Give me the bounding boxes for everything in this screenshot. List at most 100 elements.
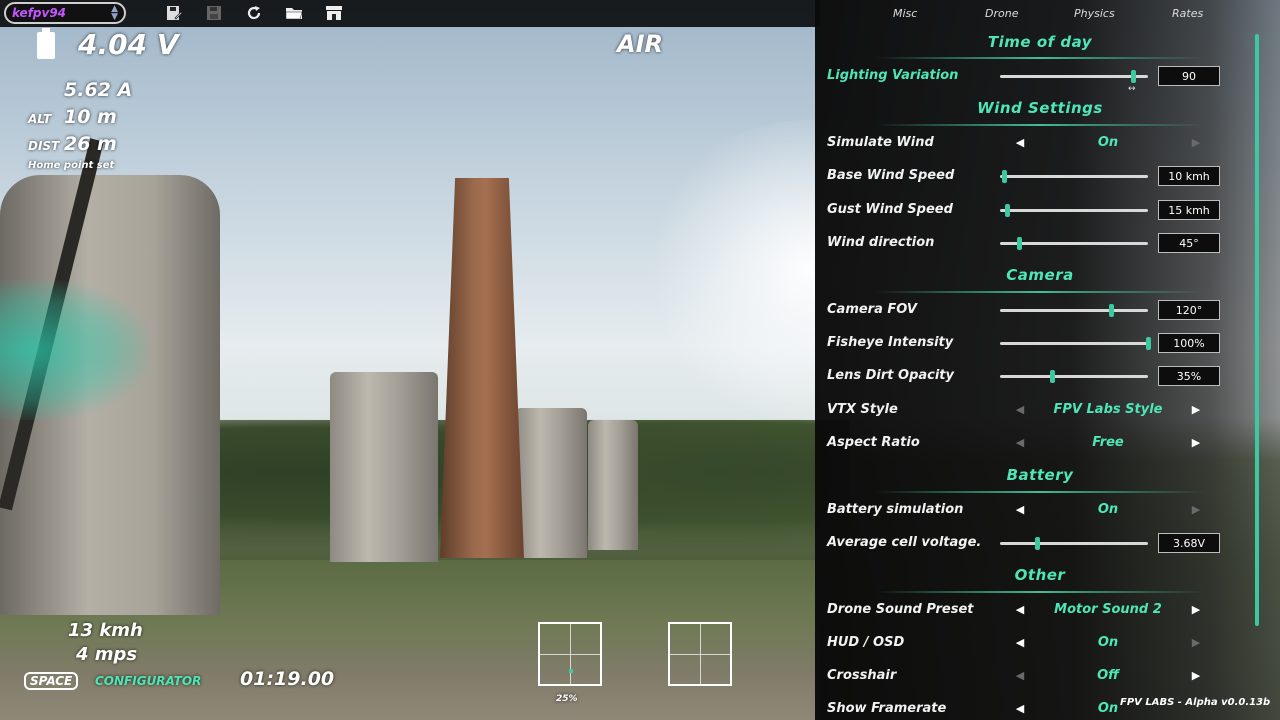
battery-icon — [37, 28, 55, 59]
flight-mode: AIR — [617, 30, 663, 58]
vtx-style-value: FPV Labs Style — [1053, 402, 1163, 417]
tab-rates[interactable]: Rates — [1172, 7, 1203, 20]
settings-tabs: Misc Drone Physics Rates — [815, 0, 1280, 27]
aspect-ratio-label: Aspect Ratio — [827, 435, 920, 450]
camera-fov-slider[interactable] — [1000, 304, 1148, 317]
tab-drone[interactable]: Drone — [985, 7, 1018, 20]
average-cell-voltage-label: Average cell voltage. — [827, 535, 982, 550]
battery-simulation-next-icon[interactable]: ▶ — [1190, 503, 1202, 516]
section-divider — [875, 491, 1205, 493]
gust-wind-speed-slider[interactable] — [1000, 204, 1148, 217]
average-cell-voltage-slider[interactable] — [1000, 537, 1148, 550]
lens-dirt-opacity-slider[interactable] — [1000, 370, 1148, 383]
pitch-roll-stick-box — [668, 622, 732, 686]
flight-timer: 01:19.00 — [240, 668, 335, 690]
simulate-wind-next-icon[interactable]: ▶ — [1190, 136, 1202, 149]
silo-far-1 — [330, 372, 438, 562]
settings-panel: Misc Drone Physics Rates Time of day Lig… — [815, 0, 1280, 720]
throttle-percent: 25% — [556, 694, 578, 704]
slider-knob[interactable] — [1109, 304, 1114, 317]
section-divider — [875, 291, 1205, 293]
section-camera: Camera — [1006, 266, 1074, 284]
tab-misc[interactable]: Misc — [893, 7, 917, 20]
camera-fov-label: Camera FOV — [827, 302, 917, 317]
prop-glow — [0, 280, 150, 420]
crosshair-next-icon[interactable]: ▶ — [1190, 669, 1202, 682]
section-other: Other — [1014, 566, 1066, 584]
settings-scrollbar[interactable] — [1255, 34, 1259, 626]
silo-far-2 — [515, 408, 587, 558]
hud-osd-value: On — [1097, 635, 1119, 650]
slider-knob[interactable] — [1005, 204, 1011, 217]
wind-direction-value[interactable]: 45° — [1158, 233, 1220, 253]
gust-wind-speed-label: Gust Wind Speed — [827, 202, 953, 217]
lighting-variation-label: Lighting Variation — [827, 68, 959, 83]
crosshair-value: Off — [1097, 668, 1119, 683]
voltage-readout: 4.04 V — [78, 28, 179, 61]
profile-select[interactable]: kefpv94 ▲ ▼ — [4, 2, 126, 24]
reset-icon[interactable] — [244, 4, 264, 22]
section-divider — [875, 57, 1205, 59]
fisheye-intensity-value[interactable]: 100% — [1158, 333, 1220, 353]
version-label: FPV LABS - Alpha v0.0.13b — [1120, 697, 1271, 708]
folder-icon[interactable] — [284, 4, 304, 22]
lens-dirt-opacity-label: Lens Dirt Opacity — [827, 368, 954, 383]
slider-knob[interactable] — [1049, 370, 1055, 383]
battery-simulation-label: Battery simulation — [827, 502, 964, 517]
dist-label: DIST — [28, 139, 60, 153]
vtx-style-next-icon[interactable]: ▶ — [1190, 403, 1202, 416]
profile-name: kefpv94 — [12, 6, 67, 20]
silo-far-3 — [588, 420, 638, 550]
gust-wind-speed-value[interactable]: 15 kmh — [1158, 200, 1220, 220]
base-wind-speed-slider[interactable] — [1000, 170, 1148, 183]
fisheye-intensity-label: Fisheye Intensity — [827, 335, 954, 350]
hud-osd-next-icon[interactable]: ▶ — [1190, 636, 1202, 649]
speed-kmh: 13 kmh — [68, 620, 143, 641]
shop-icon[interactable] — [324, 4, 344, 22]
fisheye-intensity-slider[interactable] — [1000, 337, 1151, 350]
aspect-ratio-value: Free — [1092, 435, 1124, 450]
slider-knob[interactable] — [1002, 170, 1008, 183]
aspect-ratio-next-icon[interactable]: ▶ — [1190, 436, 1202, 449]
speed-mps: 4 mps — [76, 644, 138, 665]
section-wind-settings: Wind Settings — [977, 99, 1103, 117]
slider-knob[interactable] — [1146, 337, 1151, 350]
wind-direction-slider[interactable] — [1000, 237, 1148, 250]
alt-readout: 10 m — [64, 106, 117, 128]
drag-cursor-icon: ↔ — [1128, 84, 1136, 94]
tab-physics[interactable]: Physics — [1074, 7, 1115, 20]
space-key-badge: SPACE — [24, 672, 79, 690]
vtx-style-label: VTX Style — [827, 402, 898, 417]
section-divider — [875, 124, 1205, 126]
simulate-wind-value: On — [1097, 135, 1119, 150]
current-readout: 5.62 A — [64, 79, 133, 101]
lighting-variation-slider[interactable] — [1000, 70, 1148, 83]
camera-fov-value[interactable]: 120° — [1158, 300, 1220, 320]
base-wind-speed-label: Base Wind Speed — [827, 168, 955, 183]
save-icon[interactable] — [204, 4, 224, 22]
section-divider — [875, 591, 1205, 593]
lens-dirt-opacity-value[interactable]: 35% — [1158, 366, 1220, 386]
drone-sound-preset-label: Drone Sound Preset — [827, 602, 974, 617]
show-framerate-label: Show Framerate — [827, 701, 947, 716]
section-time-of-day: Time of day — [987, 33, 1093, 51]
slider-knob[interactable] — [1016, 237, 1022, 250]
battery-simulation-value: On — [1097, 502, 1119, 517]
alt-label: ALT — [28, 112, 52, 126]
updown-icon: ▲ ▼ — [111, 4, 118, 22]
hud-osd-label: HUD / OSD — [827, 635, 905, 650]
average-cell-voltage-value[interactable]: 3.68V — [1158, 533, 1220, 553]
drone-sound-preset-next-icon[interactable]: ▶ — [1190, 603, 1202, 616]
simulate-wind-label: Simulate Wind — [827, 135, 934, 150]
slider-knob[interactable] — [1131, 70, 1137, 83]
save-as-icon[interactable] — [164, 4, 184, 22]
slider-knob[interactable] — [1035, 537, 1040, 550]
section-battery: Battery — [1006, 466, 1074, 484]
dist-readout: 26 m — [64, 133, 117, 155]
chimney — [440, 178, 524, 558]
base-wind-speed-value[interactable]: 10 kmh — [1158, 166, 1220, 186]
crosshair-label: Crosshair — [827, 668, 897, 683]
drone-sound-preset-value: Motor Sound 2 — [1054, 602, 1162, 617]
lighting-variation-value[interactable]: 90 — [1158, 66, 1220, 86]
home-point-status: Home point set — [28, 160, 115, 171]
